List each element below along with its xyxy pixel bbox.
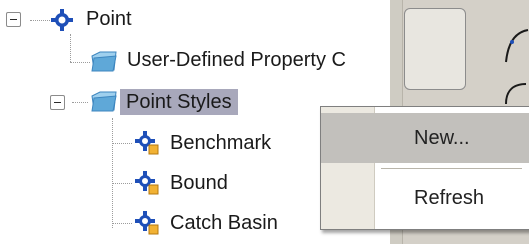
collapse-toggle[interactable] bbox=[6, 12, 21, 27]
tree-node-label: User-Defined Property C bbox=[127, 49, 346, 71]
tree-node-label: Benchmark bbox=[170, 132, 272, 154]
tree-connector bbox=[72, 102, 88, 103]
panel-frame bbox=[404, 8, 466, 90]
tree-connector bbox=[70, 62, 90, 63]
tree-connector bbox=[112, 118, 113, 228]
tree-node-label: Point Styles bbox=[120, 89, 238, 115]
menu-item-label: New... bbox=[414, 127, 470, 149]
tree-connector bbox=[112, 143, 132, 144]
folder-icon bbox=[90, 88, 118, 119]
point-gear-icon bbox=[50, 8, 74, 37]
collapse-toggle[interactable] bbox=[50, 95, 65, 110]
tree-node-label: Catch Basin bbox=[170, 212, 278, 234]
menu-item-new[interactable]: New... bbox=[321, 113, 529, 163]
folder-icon bbox=[90, 48, 118, 79]
tree-connector bbox=[112, 183, 132, 184]
point-style-icon bbox=[134, 170, 160, 201]
tree-connector bbox=[112, 223, 132, 224]
tree-node-label: Point bbox=[86, 8, 132, 30]
tree-connector bbox=[30, 20, 50, 21]
tree-node-label: Bound bbox=[170, 172, 228, 194]
point-style-icon bbox=[134, 210, 160, 241]
tree-connector bbox=[70, 34, 71, 62]
point-style-icon bbox=[134, 130, 160, 161]
menu-item-label: Refresh bbox=[414, 187, 485, 209]
context-menu: New... Refresh bbox=[320, 106, 529, 230]
menu-item-refresh[interactable]: Refresh bbox=[321, 173, 529, 223]
curve-tool-icon[interactable] bbox=[502, 26, 529, 71]
menu-separator bbox=[381, 168, 522, 169]
